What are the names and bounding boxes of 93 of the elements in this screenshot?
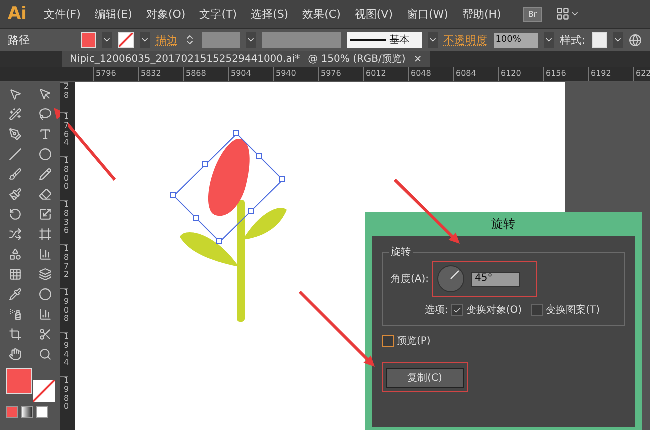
angle-label: 角度(A):	[391, 272, 430, 286]
option-label: 变换图案(T)	[546, 304, 600, 317]
ruler-label: 5904	[228, 67, 273, 81]
menu-item[interactable]: 文字(T)	[200, 6, 238, 22]
menu-item[interactable]: 文件(F)	[44, 6, 81, 22]
group-label: 旋转	[389, 245, 413, 259]
caret-icon[interactable]	[428, 32, 438, 48]
lasso-icon[interactable]	[38, 108, 52, 120]
style-swatch[interactable]	[592, 32, 607, 48]
option-checkbox[interactable]	[451, 304, 464, 316]
fill-swatch[interactable]	[81, 32, 96, 48]
style-label: 样式:	[560, 32, 586, 48]
caret-icon[interactable]	[612, 32, 623, 48]
ruler-label: 6012	[363, 67, 408, 81]
menu-item[interactable]: 帮助(H)	[462, 6, 502, 22]
brush-icon[interactable]	[8, 168, 22, 180]
app-logo: Ai	[8, 4, 28, 24]
annotation-arrow	[394, 178, 460, 244]
rotate-icon[interactable]	[8, 208, 22, 220]
ruler-label: 6120	[498, 67, 543, 81]
gradient-mode-swatch[interactable]	[21, 406, 33, 418]
ruler-label: 5832	[138, 67, 183, 81]
caret-icon[interactable]	[140, 32, 150, 48]
eraser-icon[interactable]	[38, 188, 52, 200]
menu-item[interactable]: 视图(V)	[354, 6, 393, 22]
ruler-label: 5868	[183, 67, 228, 81]
angle-dial-icon[interactable]	[437, 265, 466, 293]
artboard-icon[interactable]	[8, 328, 22, 340]
scissors-icon[interactable]	[38, 328, 52, 340]
shapes-icon[interactable]	[8, 248, 22, 260]
options-label: 选项:	[425, 304, 448, 317]
menu-item[interactable]: 窗口(W)	[406, 6, 448, 22]
warp-icon[interactable]	[8, 228, 22, 240]
none-mode-swatch[interactable]	[36, 406, 48, 418]
bar-chart-icon[interactable]	[38, 248, 52, 260]
caret-icon[interactable]	[544, 32, 554, 48]
option-label: 变换对象(O)	[466, 304, 522, 317]
menu-item[interactable]: 效果(C)	[302, 6, 341, 22]
ruler-label: 5940	[273, 67, 318, 81]
color-mode-swatch[interactable]	[6, 406, 18, 418]
preview-checkbox[interactable]	[382, 335, 394, 347]
stroke-none-swatch[interactable]	[118, 32, 134, 48]
menu-item[interactable]: 编辑(E)	[94, 6, 132, 22]
hollow-pointer-icon[interactable]	[38, 88, 52, 100]
selection-bounding-box[interactable]	[170, 130, 286, 244]
option-checkbox[interactable]	[531, 304, 544, 316]
dialog-title: 旋转	[490, 216, 516, 233]
stroke-line-icon	[350, 38, 386, 42]
bridge-button[interactable]: Br	[523, 6, 542, 22]
copy-button[interactable]: 复制(C)	[386, 368, 464, 388]
eyedropper-icon[interactable]	[8, 288, 22, 300]
ruler-label: 6156	[543, 67, 588, 81]
paintbrush-icon[interactable]	[8, 188, 22, 200]
selection-label: 路径	[8, 32, 31, 48]
column-chart-icon[interactable]	[38, 308, 52, 320]
pen-icon[interactable]	[8, 128, 22, 140]
hand-icon[interactable]	[8, 348, 22, 360]
opacity-field[interactable]: 100%	[494, 32, 538, 48]
scale-icon[interactable]	[38, 208, 52, 220]
preview-label: 预览(P)	[397, 335, 431, 348]
caret-icon[interactable]	[102, 32, 112, 48]
document-tab[interactable]: Nipic_12006035_20170215152529441000.ai* @ 150% (RGB/预览) ×	[62, 51, 430, 67]
close-tab-button[interactable]: ×	[414, 54, 422, 64]
document-title: Nipic_12006035_20170215152529441000.ai*	[70, 54, 300, 64]
layers-icon[interactable]	[38, 268, 52, 280]
ruler-label: 6192	[588, 67, 633, 81]
ruler-label: 5976	[318, 67, 363, 81]
ruler-label: 5796	[93, 67, 138, 81]
magic-wand-icon[interactable]	[8, 108, 22, 120]
stroke-weight-field[interactable]	[202, 32, 240, 48]
type-icon[interactable]	[38, 128, 52, 140]
ruler-label: 6048	[408, 67, 453, 81]
menu-item[interactable]: 选择(S)	[251, 6, 289, 22]
angle-field[interactable]: 45°	[471, 272, 520, 286]
arrow-pointer-icon[interactable]	[8, 88, 22, 100]
fill-color-swatch[interactable]	[6, 368, 32, 394]
pencil-icon[interactable]	[38, 168, 52, 180]
workspace-grid-icon[interactable]	[556, 7, 570, 21]
ruler-label: 28	[60, 82, 68, 112]
stroke-color-swatch[interactable]	[33, 380, 55, 402]
zoom-icon[interactable]	[38, 348, 52, 360]
blend-icon[interactable]	[38, 288, 52, 300]
globe-icon[interactable]	[628, 34, 642, 46]
mesh-icon[interactable]	[8, 268, 22, 280]
ellipse-icon[interactable]	[38, 148, 52, 160]
caret-icon[interactable]	[246, 32, 256, 48]
line-icon[interactable]	[8, 148, 22, 160]
frame-icon[interactable]	[38, 228, 52, 240]
menu-item[interactable]: 对象(O)	[146, 6, 186, 22]
stroke-style-dropdown[interactable]: 基本	[346, 32, 422, 48]
ruler-label: 6084	[453, 67, 498, 81]
check-icon	[452, 306, 462, 314]
document-info: @ 150% (RGB/预览)	[308, 53, 406, 66]
